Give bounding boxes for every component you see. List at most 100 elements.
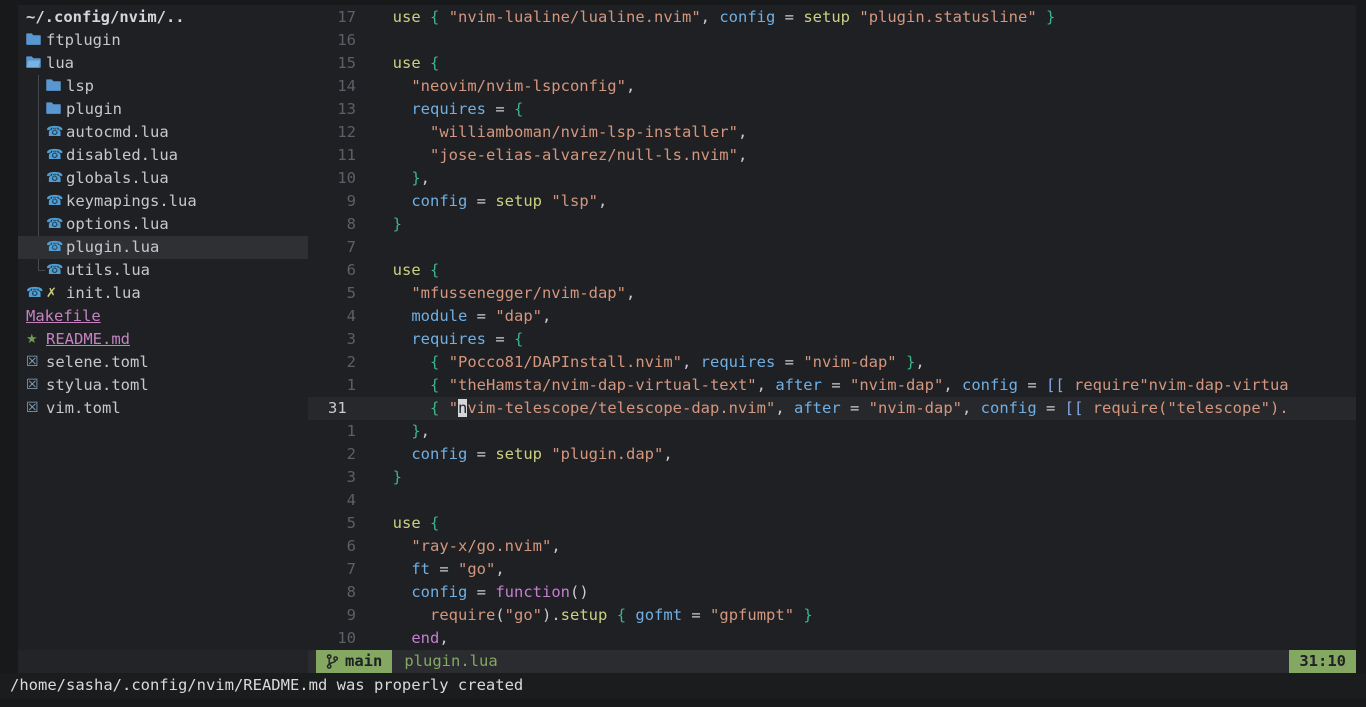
tree-item-label: disabled.lua [66, 144, 178, 167]
tree-item-autocmd-lua[interactable]: ☎autocmd.lua [18, 121, 308, 144]
tree-item-ftplugin[interactable]: ftplugin [18, 29, 308, 52]
code-line[interactable]: 2 config = setup "plugin.dap", [308, 443, 1356, 466]
code-line[interactable]: 6 "ray-x/go.nvim", [308, 535, 1356, 558]
code-line[interactable]: 12 "williamboman/nvim-lsp-installer", [308, 121, 1356, 144]
tree-item-vim-toml[interactable]: ☒vim.toml [18, 397, 308, 420]
line-number: 3 [308, 328, 365, 351]
code-line[interactable]: 8 config = function() [308, 581, 1356, 604]
code-line[interactable]: 1 { "theHamsta/nvim-dap-virtual-text", a… [308, 374, 1356, 397]
tree-statusline [18, 650, 308, 673]
code-text: config = setup "plugin.dap", [365, 443, 673, 466]
code-text: use { [365, 259, 439, 282]
tree-item-keymapings-lua[interactable]: ☎keymapings.lua [18, 190, 308, 213]
tree-item-label: selene.toml [46, 351, 149, 374]
code-line[interactable]: 3 requires = { [308, 328, 1356, 351]
line-number: 4 [308, 305, 365, 328]
buffer-statusline: main plugin.lua 31:10 [308, 650, 1356, 673]
code-line[interactable]: 4 [308, 489, 1356, 512]
code-text: "jose-elias-alvarez/null-ls.nvim", [365, 144, 747, 167]
lua-file-icon: ☎ [46, 236, 66, 259]
tree-item-lsp[interactable]: lsp [18, 75, 308, 98]
tree-item-label: lua [46, 52, 74, 75]
code-text [365, 29, 374, 52]
statusline: main plugin.lua 31:10 [18, 650, 1356, 673]
code-text: requires = { [365, 328, 523, 351]
code-line[interactable]: 9 config = setup "lsp", [308, 190, 1356, 213]
line-number: 10 [308, 167, 365, 190]
tree-item-label: init.lua [66, 282, 141, 305]
code-line[interactable]: 11 "jose-elias-alvarez/null-ls.nvim", [308, 144, 1356, 167]
code-line[interactable]: 10 }, [308, 167, 1356, 190]
tree-item-selene-toml[interactable]: ☒selene.toml [18, 351, 308, 374]
code-text: ft = "go", [365, 558, 505, 581]
line-number: 3 [308, 466, 365, 489]
code-line[interactable]: 16 [308, 29, 1356, 52]
line-number: 17 [308, 6, 365, 29]
code-line[interactable]: 13 requires = { [308, 98, 1356, 121]
code-line[interactable]: 7 ft = "go", [308, 558, 1356, 581]
code-text: } [365, 213, 402, 236]
lua-file-icon: ☎ [46, 259, 66, 282]
code-line[interactable]: 17 use { "nvim-lualine/lualine.nvim", co… [308, 6, 1356, 29]
line-number: 11 [308, 144, 365, 167]
code-line[interactable]: 8 } [308, 213, 1356, 236]
tree-item-label: vim.toml [46, 397, 121, 420]
code-line[interactable]: 10 end, [308, 627, 1356, 650]
code-line[interactable]: 5 "mfussenegger/nvim-dap", [308, 282, 1356, 305]
tree-item-globals-lua[interactable]: ☎globals.lua [18, 167, 308, 190]
line-number: 5 [308, 282, 365, 305]
code-text: }, [365, 420, 430, 443]
code-text: }, [365, 167, 430, 190]
tree-item-disabled-lua[interactable]: ☎disabled.lua [18, 144, 308, 167]
tree-item-init-lua[interactable]: ☎✗init.lua [18, 282, 308, 305]
cursor-position-badge: 31:10 [1289, 650, 1356, 673]
code-line[interactable]: 6 use { [308, 259, 1356, 282]
lua-file-icon: ☎ [46, 144, 66, 167]
code-line[interactable]: 1 }, [308, 420, 1356, 443]
terminal-screen: ~/.config/nvim/.. ftpluginlualspplugin☎a… [0, 0, 1366, 707]
code-line[interactable]: 3 } [308, 466, 1356, 489]
code-line[interactable]: 2 { "Pocco81/DAPInstall.nvim", requires … [308, 351, 1356, 374]
toml-file-icon: ☒ [26, 397, 46, 420]
tree-item-utils-lua[interactable]: ☎utils.lua [18, 259, 308, 282]
code-line[interactable]: 15 use { [308, 52, 1356, 75]
tree-item-plugin[interactable]: plugin [18, 98, 308, 121]
line-number: 8 [308, 581, 365, 604]
tree-item-label: autocmd.lua [66, 121, 169, 144]
tree-item-plugin-lua[interactable]: ☎plugin.lua [18, 236, 308, 259]
line-number: 7 [308, 236, 365, 259]
code-text: "ray-x/go.nvim", [365, 535, 561, 558]
tree-item-makefile[interactable]: Makefile [18, 305, 308, 328]
line-number: 1 [308, 420, 365, 443]
lua-file-icon: ☎ [46, 121, 66, 144]
code-text: module = "dap", [365, 305, 551, 328]
line-number: 2 [308, 351, 365, 374]
tree-item-readme-md[interactable]: ★README.md [18, 328, 308, 351]
code-text: "williamboman/nvim-lsp-installer", [365, 121, 747, 144]
tree-item-label: lsp [66, 75, 94, 98]
code-line[interactable]: 14 "neovim/nvim-lspconfig", [308, 75, 1356, 98]
tree-item-options-lua[interactable]: ☎options.lua [18, 213, 308, 236]
code-text: "neovim/nvim-lspconfig", [365, 75, 635, 98]
code-lines: 17 use { "nvim-lualine/lualine.nvim", co… [308, 6, 1356, 650]
code-line[interactable]: 5 use { [308, 512, 1356, 535]
tree-root-path: ~/.config/nvim/.. [18, 6, 308, 29]
line-number: 8 [308, 213, 365, 236]
code-buffer[interactable]: 17 use { "nvim-lualine/lualine.nvim", co… [308, 6, 1356, 650]
lua-file-icon: ☎ [46, 213, 66, 236]
line-number: 9 [308, 190, 365, 213]
tree-item-lua[interactable]: lua [18, 52, 308, 75]
tree-item-label: options.lua [66, 213, 169, 236]
tree-list: ftpluginlualspplugin☎autocmd.lua☎disable… [18, 29, 308, 420]
code-line-current[interactable]: 31 { "nvim-telescope/telescope-dap.nvim"… [308, 397, 1356, 420]
toml-file-icon: ☒ [26, 374, 46, 397]
code-text: config = setup "lsp", [365, 190, 607, 213]
tree-item-label: plugin [66, 98, 122, 121]
code-line[interactable]: 4 module = "dap", [308, 305, 1356, 328]
tree-item-stylua-toml[interactable]: ☒stylua.toml [18, 374, 308, 397]
folder-closed-icon [26, 29, 46, 52]
code-line[interactable]: 7 [308, 236, 1356, 259]
tree-item-label: ftplugin [46, 29, 121, 52]
line-number: 9 [308, 604, 365, 627]
code-line[interactable]: 9 require("go").setup { gofmt = "gpfumpt… [308, 604, 1356, 627]
